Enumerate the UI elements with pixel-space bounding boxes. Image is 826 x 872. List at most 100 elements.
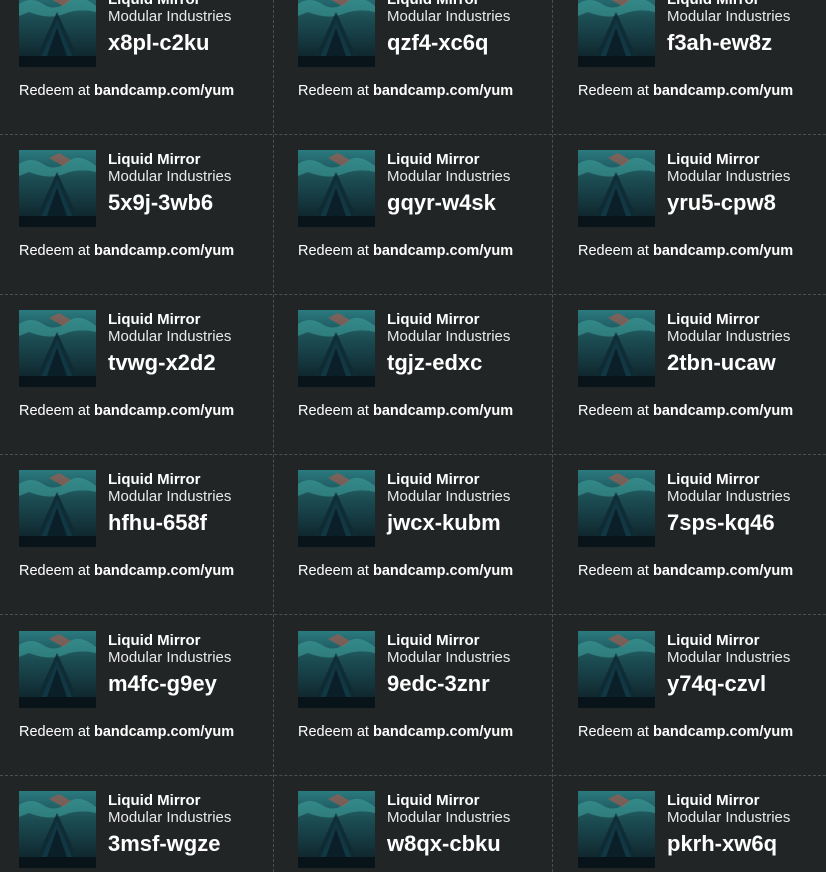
redeem-instructions: Redeem at bandcamp.com/yum <box>19 243 234 260</box>
artist-name: Modular Industries <box>108 488 232 505</box>
download-code: yru5-cpw8 <box>667 190 776 215</box>
redeem-prefix: Redeem at <box>578 403 653 419</box>
redeem-url-link[interactable]: bandcamp.com/yum <box>94 243 234 259</box>
column-divider <box>552 0 553 872</box>
artist-name: Modular Industries <box>387 809 511 826</box>
redeem-url-link[interactable]: bandcamp.com/yum <box>653 403 793 419</box>
album-title: Liquid Mirror <box>387 471 480 488</box>
download-code: 5x9j-3wb6 <box>108 190 214 215</box>
row-divider <box>0 614 826 615</box>
album-cover-image <box>578 0 655 67</box>
redeem-instructions: Redeem at bandcamp.com/yum <box>19 563 234 580</box>
download-code: y74q-czvl <box>667 671 767 696</box>
artist-name: Modular Industries <box>108 328 232 345</box>
redeem-prefix: Redeem at <box>578 243 653 259</box>
album-cover-image <box>19 631 96 708</box>
download-code: w8qx-cbku <box>387 831 501 856</box>
redeem-prefix: Redeem at <box>578 724 653 740</box>
album-title: Liquid Mirror <box>108 792 201 809</box>
artist-name: Modular Industries <box>387 649 511 666</box>
album-cover-image <box>298 470 375 547</box>
album-cover-image <box>578 470 655 547</box>
redeem-instructions: Redeem at bandcamp.com/yum <box>298 403 513 420</box>
download-code: 3msf-wgze <box>108 831 221 856</box>
album-cover-image <box>298 791 375 868</box>
download-code: hfhu-658f <box>108 510 207 535</box>
redeem-instructions: Redeem at bandcamp.com/yum <box>19 83 234 100</box>
artist-name: Modular Industries <box>667 809 791 826</box>
redeem-prefix: Redeem at <box>19 563 94 579</box>
redeem-url-link[interactable]: bandcamp.com/yum <box>653 243 793 259</box>
redeem-instructions: Redeem at bandcamp.com/yum <box>578 563 793 580</box>
redeem-url-link[interactable]: bandcamp.com/yum <box>373 403 513 419</box>
redeem-prefix: Redeem at <box>19 243 94 259</box>
album-title: Liquid Mirror <box>108 632 201 649</box>
redeem-url-link[interactable]: bandcamp.com/yum <box>94 403 234 419</box>
album-title: Liquid Mirror <box>387 0 480 8</box>
redeem-instructions: Redeem at bandcamp.com/yum <box>578 83 793 100</box>
download-code: 9edc-3znr <box>387 671 490 696</box>
download-code: jwcx-kubm <box>387 510 501 535</box>
artist-name: Modular Industries <box>108 168 232 185</box>
redeem-prefix: Redeem at <box>19 403 94 419</box>
row-divider <box>0 134 826 135</box>
album-title: Liquid Mirror <box>387 151 480 168</box>
redeem-url-link[interactable]: bandcamp.com/yum <box>94 83 234 99</box>
redeem-instructions: Redeem at bandcamp.com/yum <box>578 243 793 260</box>
redeem-url-link[interactable]: bandcamp.com/yum <box>653 83 793 99</box>
download-code-sheet: Liquid MirrorModular Industriesx8pl-c2ku… <box>0 0 826 872</box>
redeem-prefix: Redeem at <box>19 83 94 99</box>
album-title: Liquid Mirror <box>108 311 201 328</box>
redeem-url-link[interactable]: bandcamp.com/yum <box>653 563 793 579</box>
album-cover-image <box>298 0 375 67</box>
row-divider <box>0 454 826 455</box>
album-cover-image <box>19 0 96 67</box>
album-title: Liquid Mirror <box>667 792 760 809</box>
redeem-prefix: Redeem at <box>298 563 373 579</box>
artist-name: Modular Industries <box>667 649 791 666</box>
redeem-instructions: Redeem at bandcamp.com/yum <box>19 403 234 420</box>
album-cover-image <box>578 631 655 708</box>
album-title: Liquid Mirror <box>387 792 480 809</box>
artist-name: Modular Industries <box>108 649 232 666</box>
artist-name: Modular Industries <box>667 8 791 25</box>
redeem-url-link[interactable]: bandcamp.com/yum <box>373 724 513 740</box>
redeem-url-link[interactable]: bandcamp.com/yum <box>653 724 793 740</box>
redeem-url-link[interactable]: bandcamp.com/yum <box>373 563 513 579</box>
album-title: Liquid Mirror <box>667 311 760 328</box>
album-cover-image <box>19 791 96 868</box>
album-title: Liquid Mirror <box>667 0 760 8</box>
artist-name: Modular Industries <box>667 488 791 505</box>
redeem-instructions: Redeem at bandcamp.com/yum <box>298 724 513 741</box>
album-title: Liquid Mirror <box>108 0 201 8</box>
album-cover-image <box>578 150 655 227</box>
row-divider <box>0 294 826 295</box>
artist-name: Modular Industries <box>108 8 232 25</box>
download-code: f3ah-ew8z <box>667 30 773 55</box>
download-code: x8pl-c2ku <box>108 30 210 55</box>
download-code: gqyr-w4sk <box>387 190 496 215</box>
artist-name: Modular Industries <box>387 8 511 25</box>
column-divider <box>273 0 274 872</box>
redeem-url-link[interactable]: bandcamp.com/yum <box>94 563 234 579</box>
redeem-prefix: Redeem at <box>298 403 373 419</box>
download-code: qzf4-xc6q <box>387 30 489 55</box>
row-divider <box>0 775 826 776</box>
redeem-url-link[interactable]: bandcamp.com/yum <box>373 83 513 99</box>
album-title: Liquid Mirror <box>108 151 201 168</box>
album-cover-image <box>19 470 96 547</box>
album-title: Liquid Mirror <box>387 311 480 328</box>
redeem-prefix: Redeem at <box>298 83 373 99</box>
album-cover-image <box>298 310 375 387</box>
redeem-instructions: Redeem at bandcamp.com/yum <box>298 563 513 580</box>
album-cover-image <box>19 150 96 227</box>
download-code: 2tbn-ucaw <box>667 350 776 375</box>
artist-name: Modular Industries <box>387 488 511 505</box>
redeem-url-link[interactable]: bandcamp.com/yum <box>373 243 513 259</box>
redeem-url-link[interactable]: bandcamp.com/yum <box>94 724 234 740</box>
album-title: Liquid Mirror <box>387 632 480 649</box>
album-title: Liquid Mirror <box>667 632 760 649</box>
download-code: tvwg-x2d2 <box>108 350 216 375</box>
download-code: pkrh-xw6q <box>667 831 778 856</box>
redeem-instructions: Redeem at bandcamp.com/yum <box>578 724 793 741</box>
